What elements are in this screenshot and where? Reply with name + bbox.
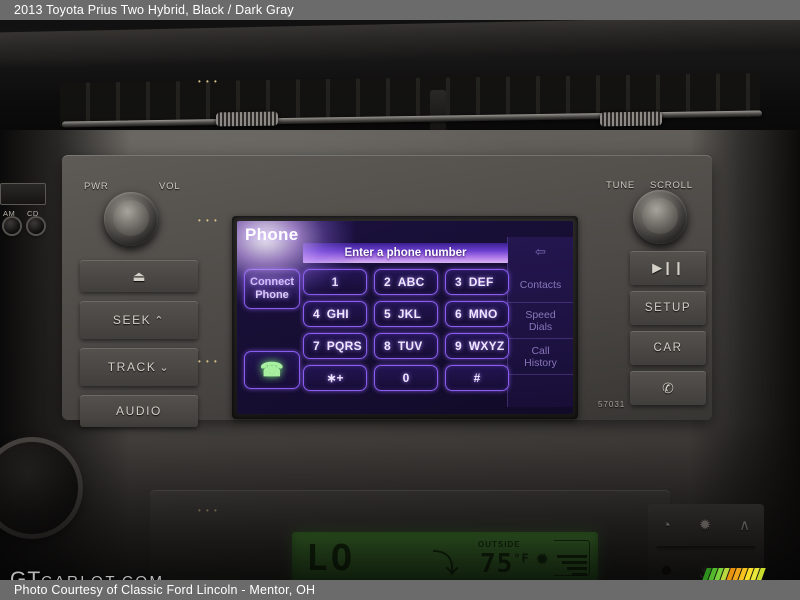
speed-dials-label-2: Dials: [528, 320, 553, 333]
connect-phone-label-2: Phone: [255, 289, 289, 301]
aux-display: [0, 183, 46, 205]
sidebar-item-contacts[interactable]: Contacts: [508, 267, 573, 303]
head-unit-model-number: 57031: [598, 400, 626, 409]
aux-label-cd: CD: [27, 209, 39, 218]
call-history-label-1: Call: [531, 344, 550, 357]
keypad-key-3[interactable]: 3 DEF: [445, 269, 509, 295]
eject-button[interactable]: ⏏: [80, 260, 198, 292]
keypad-key-9[interactable]: 9 WXYZ: [445, 333, 509, 359]
keypad-key-number: ∗+: [326, 371, 344, 385]
aux-label-am: AM: [3, 209, 16, 218]
car-label: CAR: [653, 342, 683, 354]
phone-screen[interactable]: ⇦ Contacts Speed Dials Call History Ente…: [237, 221, 573, 414]
keypad-key-number: 6: [455, 307, 462, 321]
car-button[interactable]: CAR: [630, 331, 706, 365]
photo-credit: Photo Courtesy of Classic Ford Lincoln -…: [14, 583, 316, 597]
sidebar-item-speed-dials[interactable]: Speed Dials: [508, 303, 573, 339]
aux-button-am[interactable]: [4, 218, 20, 234]
call-history-label-2: History: [524, 356, 557, 369]
screenshot-root: 2013 Toyota Prius Two Hybrid, Black / Da…: [0, 0, 800, 600]
back-icon[interactable]: ⇦: [508, 237, 573, 267]
track-button[interactable]: TRACK ⌄: [80, 348, 198, 386]
keypad-key-letters: GHI: [326, 307, 349, 321]
aux-button-cd[interactable]: [28, 218, 44, 234]
reflection-dots-3: • • •: [198, 357, 219, 366]
reflection-dots-2: • • •: [198, 216, 219, 225]
touchscreen-bezel: ⇦ Contacts Speed Dials Call History Ente…: [232, 216, 578, 419]
keypad-key-letters: TUV: [397, 339, 423, 353]
keypad-key-number: 2: [384, 275, 391, 289]
watermark-carlot: CARLOT.COM: [41, 573, 164, 580]
color-swatch-bars: [697, 568, 794, 580]
power-volume-knob[interactable]: [104, 192, 158, 246]
phone-icon: ✆: [662, 379, 674, 396]
keypad-key-number: 7: [313, 339, 320, 353]
phone-handset-icon: ☎: [260, 359, 284, 381]
keypad-key-7[interactable]: 7 PQRS: [303, 333, 367, 359]
keypad-key-2[interactable]: 2 ABC: [374, 269, 438, 295]
keypad-key-number: 0: [402, 371, 410, 385]
keypad-key-number: 9: [455, 339, 462, 353]
setup-button[interactable]: SETUP: [630, 291, 706, 325]
seek-label: SEEK: [112, 313, 152, 327]
keypad-key-number: 1: [331, 275, 339, 289]
screen-side-menu: ⇦ Contacts Speed Dials Call History: [507, 237, 573, 407]
contacts-label: Contacts: [519, 278, 562, 291]
photo-credit-bar: Photo Courtesy of Classic Ford Lincoln -…: [0, 580, 800, 600]
setup-label: SETUP: [644, 302, 692, 314]
keypad-key-[interactable]: #: [445, 365, 509, 391]
keypad-key-letters: MNO: [468, 307, 498, 321]
keypad-key-number: 4: [313, 307, 320, 321]
bottom-shadow: [0, 420, 800, 580]
keypad-key-number: 8: [384, 339, 391, 353]
listing-title-bar: 2013 Toyota Prius Two Hybrid, Black / Da…: [0, 0, 800, 20]
keypad-key-6[interactable]: 6 MNO: [445, 301, 509, 327]
play-pause-button[interactable]: ▶❙❙: [630, 251, 706, 285]
listing-title: 2013 Toyota Prius Two Hybrid, Black / Da…: [14, 3, 294, 17]
phone-number-entry-field[interactable]: Enter a phone number: [303, 243, 508, 263]
vent-knurl-left: [216, 111, 278, 127]
vehicle-interior-photo: AM CD PWR VOL TUNE SCROLL ⏏ SEEK ⌃ TRACK…: [0, 20, 800, 580]
keypad-key-4[interactable]: 4 GHI: [303, 301, 367, 327]
reflection-dots-1: • • •: [198, 77, 219, 86]
entry-placeholder: Enter a phone number: [344, 247, 467, 259]
dial-keypad: 1 2 ABC 3 DEF 4 GHI 5 JKL 6 MNO 7 PQRS 8 TUV 9 WXYZ ∗+ 0 #: [303, 269, 509, 391]
keypad-key-letters: WXYZ: [468, 339, 505, 353]
keypad-key-number: #: [473, 371, 481, 385]
connect-phone-button[interactable]: Connect Phone: [244, 269, 300, 309]
keypad-key-number: 3: [455, 275, 462, 289]
keypad-key-number: 5: [384, 307, 391, 321]
play-pause-icon: ▶❙❙: [652, 260, 684, 275]
keypad-key-1[interactable]: 1: [303, 269, 367, 295]
vent-knurl-right: [600, 111, 662, 127]
audio-label: AUDIO: [115, 404, 162, 418]
tune-label: TUNE: [606, 180, 636, 191]
screen-title: Phone: [245, 225, 299, 244]
pwr-label: PWR: [84, 181, 109, 192]
track-label: TRACK: [107, 360, 157, 374]
tune-scroll-knob[interactable]: [633, 190, 687, 244]
speed-dials-label-1: Speed: [525, 308, 556, 321]
keypad-key-5[interactable]: 5 JKL: [374, 301, 438, 327]
sidebar-item-call-history[interactable]: Call History: [508, 339, 573, 375]
keypad-key-letters: JKL: [397, 307, 422, 321]
keypad-key-0[interactable]: 0: [374, 365, 438, 391]
connect-phone-label-1: Connect: [250, 276, 294, 288]
vol-label: VOL: [159, 181, 181, 192]
keypad-key-letters: PQRS: [326, 339, 362, 353]
keypad-key-letters: ABC: [397, 275, 425, 289]
phone-button[interactable]: ✆: [630, 371, 706, 405]
keypad-key-8[interactable]: 8 TUV: [374, 333, 438, 359]
call-button[interactable]: ☎: [244, 351, 300, 389]
watermark-gt: GT: [10, 568, 42, 580]
eject-icon: ⏏: [132, 267, 146, 284]
keypad-key-[interactable]: ∗+: [303, 365, 367, 391]
seek-up-icon: ⌃: [154, 314, 166, 327]
keypad-key-letters: DEF: [468, 275, 494, 289]
seek-button[interactable]: SEEK ⌃: [80, 301, 198, 339]
track-down-icon: ⌄: [159, 361, 171, 374]
site-watermark: GTCARLOT.COM: [10, 568, 165, 580]
